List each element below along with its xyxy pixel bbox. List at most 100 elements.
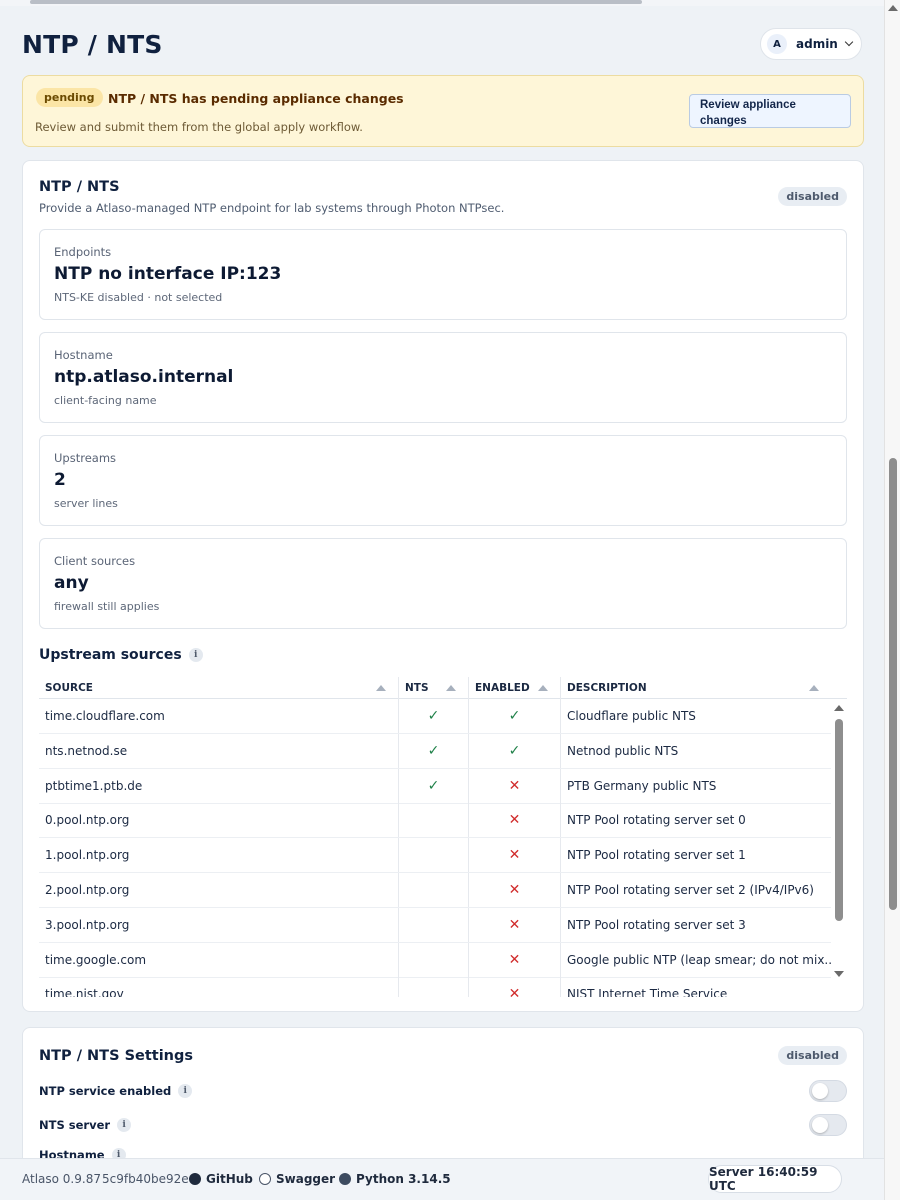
footer-version: Atlaso 0.9.87 — [22, 1172, 101, 1186]
cell-description: Google public NTP (leap smear; do not mi… — [567, 952, 831, 967]
table-scroll-thumb[interactable] — [835, 719, 843, 921]
review-appliance-changes-button[interactable]: Review appliance changes — [689, 94, 851, 128]
github-icon — [189, 1173, 201, 1185]
table-row[interactable]: time.nist.gov ✕ NIST Internet Time Service — [39, 977, 831, 997]
table-row[interactable]: 2.pool.ntp.org ✕ NTP Pool rotating server … — [39, 873, 831, 908]
page-scrollbar[interactable] — [884, 0, 900, 1200]
cell-nts — [399, 977, 469, 997]
scroll-up-arrow-icon[interactable] — [834, 705, 844, 711]
user-menu-button[interactable]: A admin — [760, 28, 862, 60]
cell-description: PTB Germany public NTS — [567, 778, 717, 793]
nts-server-toggle[interactable] — [809, 1114, 847, 1136]
cell-source: time.cloudflare.com — [39, 699, 399, 733]
stat-value: 2 — [54, 470, 66, 490]
cell-enabled: ✕ — [469, 907, 561, 942]
upstream-sources-table: SOURCE NTS ENABLED DESCRIPTION time.clou… — [39, 675, 847, 997]
footer-bar: Atlaso 0.9.87 5c9fb40be92e GitHub Swagge… — [0, 1158, 884, 1200]
table-row[interactable]: time.google.com ✕ Google public NTP (leap … — [39, 942, 831, 978]
settings-card-title: NTP / NTS Settings — [39, 1048, 194, 1064]
setting-nts-server: NTS server i — [39, 1118, 132, 1132]
cell-description: NTP Pool rotating server set 0 — [567, 813, 746, 828]
cross-icon: ✕ — [508, 986, 521, 997]
page-scroll-thumb[interactable] — [889, 458, 897, 910]
sort-arrow-icon[interactable] — [446, 685, 456, 691]
table-row[interactable]: nts.netnod.se ✓ ✓ Netnod public NTS — [39, 733, 831, 769]
check-icon: ✓ — [508, 708, 521, 724]
stat-endpoints: Endpoints NTP no interface IP:123 NTS-KE… — [39, 229, 847, 320]
stat-hostname: Hostname ntp.atlaso.internal client-faci… — [39, 332, 847, 423]
github-link[interactable]: GitHub — [189, 1172, 253, 1186]
horizontal-scrollbar[interactable] — [0, 0, 884, 6]
avatar: A — [767, 34, 787, 54]
stat-upstreams: Upstreams 2 server lines — [39, 435, 847, 526]
banner-title: NTP / NTS has pending appliance changes — [108, 91, 404, 106]
sort-arrow-icon[interactable] — [538, 685, 548, 691]
toggle-knob — [812, 1117, 828, 1133]
column-header-enabled[interactable]: ENABLED — [469, 677, 561, 699]
chevron-down-icon — [844, 37, 854, 47]
status-badge: disabled — [778, 1046, 847, 1065]
cross-icon: ✕ — [508, 812, 521, 829]
check-icon: ✓ — [427, 777, 440, 794]
status-badge: disabled — [778, 187, 847, 206]
setting-label: NTS server — [39, 1118, 111, 1132]
table-row[interactable]: ptbtime1.ptb.de ✓ ✕ PTB Germany public NTS — [39, 768, 831, 804]
stat-hint: client-facing name — [54, 394, 157, 407]
table-header: SOURCE NTS ENABLED DESCRIPTION — [39, 677, 847, 699]
cross-icon: ✕ — [508, 847, 521, 864]
card-title: NTP / NTS — [39, 179, 120, 195]
card-subtitle: Provide a Atlaso-managed NTP endpoint fo… — [39, 201, 505, 215]
footer-commit: 5c9fb40be92e — [102, 1172, 189, 1186]
toggle-knob — [812, 1083, 828, 1099]
stat-label: Upstreams — [54, 451, 117, 465]
info-icon[interactable]: i — [117, 1118, 132, 1132]
stat-label: Hostname — [54, 348, 113, 362]
stat-hint: server lines — [54, 497, 118, 510]
sort-arrow-icon[interactable] — [809, 685, 819, 691]
table-row[interactable]: 1.pool.ntp.org ✕ NTP Pool rotating server … — [39, 838, 831, 874]
cell-source: time.google.com — [39, 942, 399, 977]
cell-nts: ✓ — [399, 699, 469, 733]
cell-nts — [399, 873, 469, 907]
stat-value: ntp.atlaso.internal — [54, 367, 234, 387]
scroll-down-arrow-icon[interactable] — [834, 971, 844, 977]
cell-source: time.nist.gov — [39, 977, 399, 997]
cell-nts — [399, 907, 469, 942]
cell-source: 1.pool.ntp.org — [39, 838, 399, 873]
horizontal-scroll-thumb[interactable] — [30, 0, 642, 4]
cell-description: NTP Pool rotating server set 2 (IPv4/IPv… — [567, 883, 814, 897]
info-icon[interactable]: i — [188, 648, 203, 662]
cross-icon: ✕ — [508, 916, 521, 933]
cell-enabled: ✕ — [469, 768, 561, 803]
swagger-link[interactable]: Swagger — [259, 1172, 335, 1186]
stat-hint: NTS-KE disabled · not selected — [54, 291, 223, 304]
cell-enabled: ✕ — [469, 838, 561, 873]
table-row[interactable]: 3.pool.ntp.org ✕ NTP Pool rotating server … — [39, 907, 831, 943]
python-version: Python 3.14.5 — [339, 1172, 451, 1186]
cell-enabled: ✕ — [469, 873, 561, 907]
table-row[interactable]: 0.pool.ntp.org ✕ NTP Pool rotating server … — [39, 803, 831, 839]
column-label: NTS — [405, 682, 429, 694]
cell-enabled: ✓ — [469, 699, 561, 733]
scroll-up-arrow-icon[interactable] — [888, 5, 898, 11]
table-row[interactable]: time.cloudflare.com ✓ ✓ Cloudflare public N… — [39, 699, 831, 734]
banner-subtitle: Review and submit them from the global a… — [35, 120, 363, 134]
pending-changes-banner: pending NTP / NTS has pending appliance … — [22, 75, 864, 147]
setting-label: NTP service enabled — [39, 1084, 172, 1098]
python-icon — [339, 1173, 351, 1185]
cell-description: NTP Pool rotating server set 1 — [567, 848, 746, 863]
cell-source: 3.pool.ntp.org — [39, 907, 399, 942]
table-scrollbar[interactable] — [831, 699, 847, 997]
check-icon: ✓ — [508, 742, 521, 759]
column-header-nts[interactable]: NTS — [399, 677, 469, 699]
info-icon[interactable]: i — [178, 1084, 193, 1098]
ntp-service-toggle[interactable] — [809, 1080, 847, 1102]
column-header-source[interactable]: SOURCE — [39, 677, 399, 699]
column-header-description[interactable]: DESCRIPTION — [561, 677, 831, 699]
cell-nts — [399, 838, 469, 873]
upstream-sources-title: Upstream sources i — [39, 647, 203, 663]
cell-enabled: ✕ — [469, 942, 561, 977]
swagger-icon — [259, 1173, 271, 1185]
sort-arrow-icon[interactable] — [376, 685, 386, 691]
cell-source: ptbtime1.ptb.de — [39, 768, 399, 803]
